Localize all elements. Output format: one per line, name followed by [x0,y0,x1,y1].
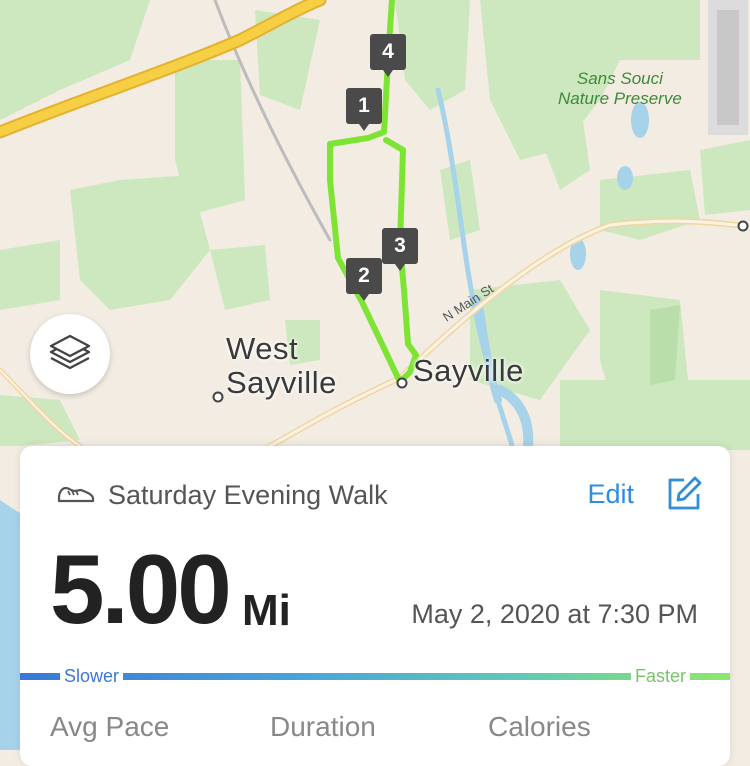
edit-button[interactable]: Edit [587,479,634,510]
town-label-west-sayville: West Sayville [226,331,337,400]
edit-icon[interactable] [664,474,704,514]
activity-date: May 2, 2020 at 7:30 PM [411,599,698,629]
stat-duration-label: Duration [270,711,376,742]
split-marker-2[interactable]: 2 [346,258,382,301]
split-marker-3[interactable]: 3 [382,228,418,271]
distance-unit: Mi [242,586,291,635]
map-layers-button[interactable] [30,314,110,394]
shoe-icon [57,486,95,503]
pace-faster-label: Faster [630,663,690,689]
distance-value: 5.00 [50,534,232,644]
pace-gradient-bar: Slower Faster [20,663,730,689]
town-label-sayville: Sayville [413,353,524,388]
split-marker-1[interactable]: 1 [346,88,382,131]
activity-summary-card: Saturday Evening Walk Edit 5.00 Mi May 2… [20,446,730,766]
preserve-label: Sans Souci Nature Preserve [558,69,682,108]
stat-calories-label: Calories [488,711,591,742]
pace-slower-label: Slower [60,663,124,689]
layers-icon [49,334,91,370]
split-marker-4[interactable]: 4 [370,34,406,77]
stat-avg-pace-label: Avg Pace [50,711,170,742]
activity-title: Saturday Evening Walk [108,480,388,510]
